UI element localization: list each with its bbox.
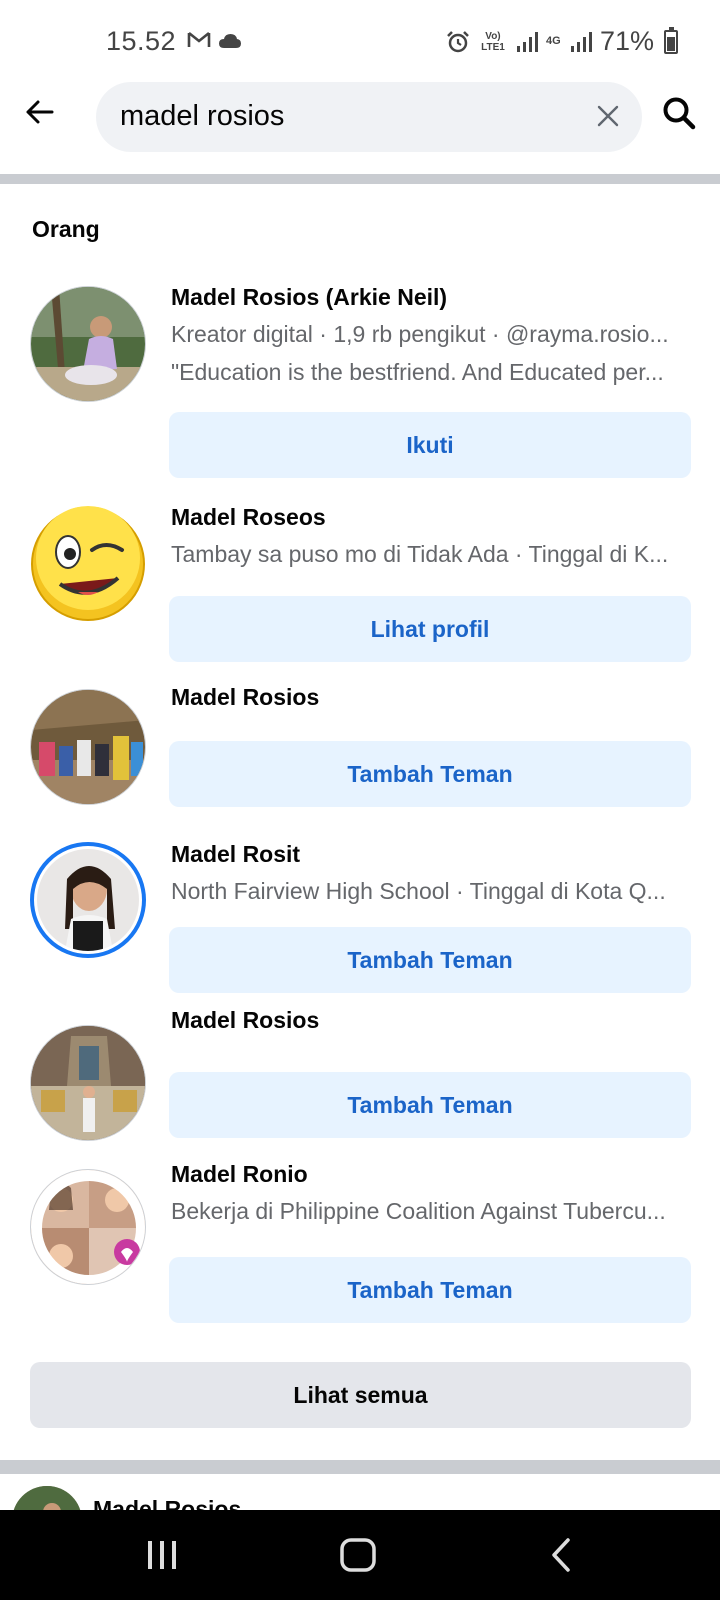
home-icon[interactable] [338, 1535, 378, 1575]
search-query[interactable]: madel rosios [120, 100, 284, 133]
signal-icon-2 [570, 31, 592, 52]
result-name[interactable]: Madel Roseos [171, 504, 326, 531]
status-indicators: Vo) LTE1 4G 71% [446, 26, 678, 57]
see-all-button[interactable]: Lihat semua [30, 1362, 691, 1428]
result-name[interactable]: Madel Rosios [171, 1007, 319, 1034]
add-friend-button[interactable]: Tambah Teman [169, 741, 691, 807]
avatar[interactable] [30, 1025, 146, 1141]
search-icon[interactable] [662, 96, 696, 130]
system-nav-bar [0, 1510, 720, 1600]
header-divider [0, 174, 720, 184]
avatar-with-story-ring[interactable] [30, 842, 146, 958]
result-name[interactable]: Madel Ronio [171, 1161, 308, 1188]
avatar[interactable] [30, 286, 146, 402]
avatar-photo-vaccine-frame [31, 1170, 145, 1284]
clear-icon[interactable] [596, 104, 620, 128]
view-profile-button[interactable]: Lihat profil [169, 596, 691, 662]
status-bar: 15.52 Vo) LTE1 4G 71% [0, 0, 720, 80]
avatar[interactable] [30, 1169, 146, 1285]
result-subtitle: Tambay sa puso mo di Tidak Ada · Tinggal… [171, 541, 669, 567]
avatar[interactable] [30, 689, 146, 805]
back-nav-icon[interactable] [542, 1535, 582, 1575]
avatar-photo [37, 849, 139, 951]
section-title: Orang [32, 216, 100, 242]
follow-button[interactable]: Ikuti [169, 412, 691, 478]
add-friend-button[interactable]: Tambah Teman [169, 1257, 691, 1323]
winking-emoji-avatar [30, 506, 146, 622]
volte-label: Vo) LTE1 [481, 30, 505, 53]
cloud-icon [219, 34, 241, 48]
result-subtitle: Bekerja di Philippine Coalition Against … [171, 1198, 666, 1224]
result-subtitle: Kreator digital · 1,9 rb pengikut · @ray… [171, 321, 669, 347]
back-arrow-icon[interactable] [22, 94, 58, 130]
result-bio: "Education is the bestfriend. And Educat… [171, 359, 664, 385]
search-input[interactable]: madel rosios [96, 82, 642, 152]
result-name[interactable]: Madel Rosit [171, 841, 300, 868]
add-friend-button[interactable]: Tambah Teman [169, 927, 691, 993]
avatar-photo [31, 287, 145, 401]
network-type: 4G [545, 35, 561, 47]
result-subtitle: North Fairview High School · Tinggal di … [171, 878, 666, 904]
recent-apps-icon[interactable] [142, 1535, 182, 1575]
gmail-icon [187, 31, 211, 47]
result-name[interactable]: Madel Rosios (Arkie Neil) [171, 284, 447, 311]
avatar-photo [31, 690, 145, 804]
alarm-icon [447, 30, 469, 52]
avatar-photo [31, 1026, 145, 1140]
section-divider [0, 1460, 720, 1474]
avatar[interactable] [30, 506, 146, 622]
signal-icon [516, 31, 538, 52]
status-time: 15.52 [106, 26, 177, 56]
add-friend-button[interactable]: Tambah Teman [169, 1072, 691, 1138]
battery-percent: 71% [599, 26, 654, 56]
battery-icon [664, 26, 678, 54]
result-name[interactable]: Madel Rosios [171, 684, 319, 711]
search-header: madel rosios [0, 80, 720, 174]
